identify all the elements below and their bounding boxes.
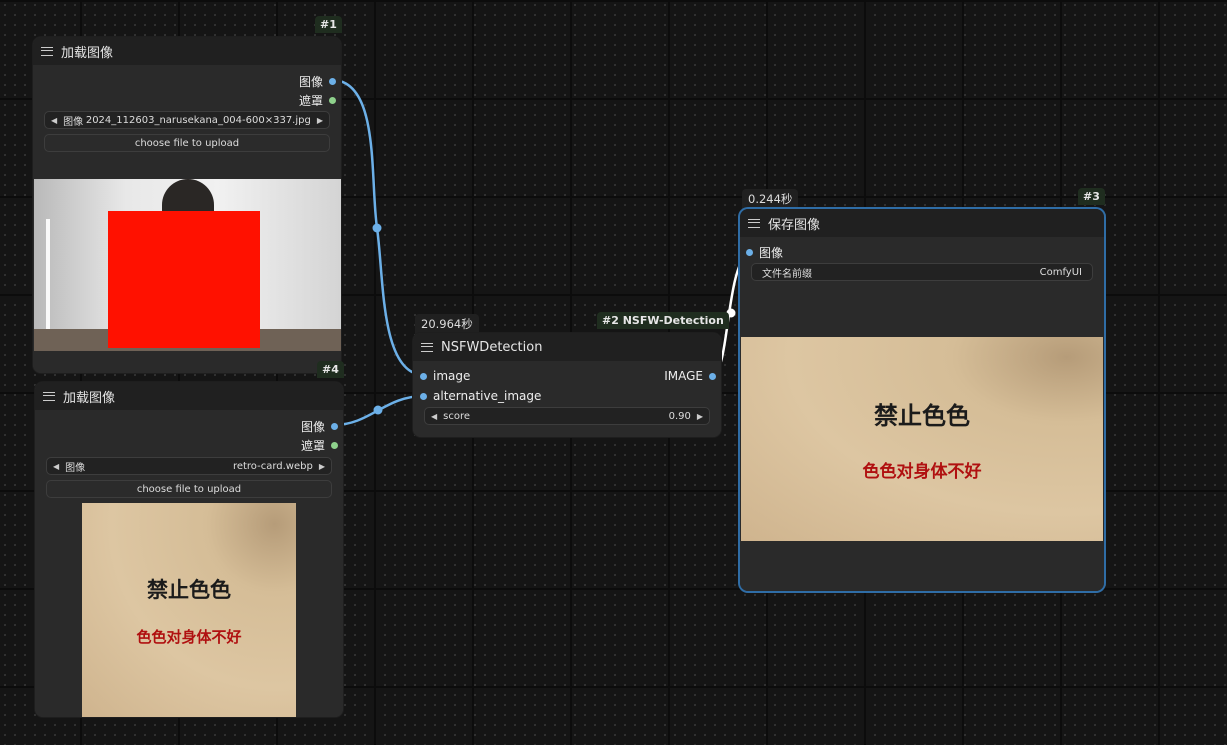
execution-time: 20.964秒 <box>415 314 479 334</box>
node-title-bar[interactable]: 加载图像 <box>33 37 341 65</box>
widget-label: 文件名前缀 <box>762 268 812 280</box>
node-title: NSFWDetection <box>441 339 543 355</box>
input-label-image: 图像 <box>759 246 784 260</box>
widget-label: 图像 <box>65 462 86 474</box>
image-combo-widget[interactable]: ◀ 图像 2024_112603_narusekana_004-600×337.… <box>44 111 330 129</box>
hamburger-menu-icon[interactable] <box>421 342 433 352</box>
output-label-mask: 遮罩 <box>300 439 325 453</box>
image-preview: 禁止色色 色色对身体不好 <box>82 503 296 717</box>
output-label-image: 图像 <box>300 420 325 434</box>
output-slot-image[interactable]: 图像 <box>299 73 336 90</box>
score-number-widget[interactable]: ◀ score 0.90 ▶ <box>424 407 710 425</box>
load-image-node-4[interactable]: 加载图像 图像 遮罩 ◀ 图像 retro-card.webp ▶ choose… <box>35 382 343 717</box>
output-slot-mask[interactable]: 遮罩 <box>299 92 336 109</box>
node-title-bar[interactable]: 加载图像 <box>35 382 343 410</box>
widget-label: score <box>443 410 471 422</box>
slot-dot-icon[interactable] <box>746 249 753 256</box>
link-midpoint-1[interactable] <box>372 223 382 233</box>
slot-dot-icon[interactable] <box>331 423 338 430</box>
slot-dot-icon[interactable] <box>329 97 336 104</box>
output-image-preview: 禁止色色 色色对身体不好 <box>741 337 1103 541</box>
input-slot-alternative-image[interactable]: alternative_image <box>420 389 541 403</box>
input-label-alternative-image: alternative_image <box>433 389 542 403</box>
node-title: 加载图像 <box>63 390 116 406</box>
output-slot-image[interactable]: 图像 <box>301 418 338 435</box>
widget-value: retro-card.webp <box>232 460 313 472</box>
input-slot-image[interactable]: 图像 <box>746 244 783 261</box>
arrow-left-icon[interactable]: ◀ <box>51 116 57 125</box>
censor-box <box>108 211 260 348</box>
widget-value[interactable]: 0.90 <box>669 411 691 422</box>
load-image-node-1[interactable]: 加载图像 图像 遮罩 ◀ 图像 2024_112603_narusekana_0… <box>33 37 341 373</box>
slot-dot-icon[interactable] <box>709 372 716 380</box>
node-title: 保存图像 <box>768 217 821 233</box>
slot-dot-icon[interactable] <box>329 78 336 85</box>
arrow-left-icon[interactable]: ◀ <box>431 412 437 421</box>
photo-head <box>162 179 214 215</box>
input-label-image: image <box>433 369 471 383</box>
node-id-tag: #4 <box>317 361 344 378</box>
nsfw-detection-node[interactable]: NSFWDetection image alternative_image IM… <box>413 333 721 437</box>
output-slot-image[interactable]: IMAGE <box>664 369 716 383</box>
image-preview <box>34 179 341 351</box>
photo-railing <box>46 219 114 329</box>
node-id-tag: #3 <box>1078 188 1105 205</box>
node-id-tag: #2 NSFW-Detection <box>597 312 729 329</box>
hamburger-menu-icon[interactable] <box>41 46 53 56</box>
hamburger-menu-icon[interactable] <box>43 391 55 401</box>
widget-value[interactable]: ComfyUI <box>1040 267 1082 278</box>
filename-prefix-widget[interactable]: 文件名前缀 ComfyUI <box>751 263 1093 281</box>
input-slot-image[interactable]: image <box>420 369 470 383</box>
image-combo-widget[interactable]: ◀ 图像 retro-card.webp ▶ <box>46 457 332 475</box>
slot-dot-icon[interactable] <box>331 442 338 449</box>
card-title-text: 禁止色色 <box>147 576 231 602</box>
card-subtitle-text: 色色对身体不好 <box>136 627 242 646</box>
node-title-bar[interactable]: 保存图像 <box>740 209 1104 237</box>
widget-label: 图像 <box>63 116 84 128</box>
arrow-right-icon[interactable]: ▶ <box>697 412 703 421</box>
slot-dot-icon[interactable] <box>420 392 427 400</box>
link-midpoint-4[interactable] <box>373 405 383 415</box>
arrow-right-icon[interactable]: ▶ <box>319 462 325 471</box>
upload-button[interactable]: choose file to upload <box>46 480 332 498</box>
node-title: 加载图像 <box>61 45 114 61</box>
slot-dot-icon[interactable] <box>420 372 427 380</box>
arrow-left-icon[interactable]: ◀ <box>53 462 59 471</box>
output-slot-mask[interactable]: 遮罩 <box>301 437 338 454</box>
upload-button[interactable]: choose file to upload <box>44 134 330 152</box>
output-label-mask: 遮罩 <box>298 94 323 108</box>
output-label-image: 图像 <box>298 75 323 89</box>
node-id-tag: #1 <box>315 16 342 33</box>
execution-time: 0.244秒 <box>742 189 799 209</box>
output-label-image: IMAGE <box>664 369 703 383</box>
node-title-bar[interactable]: NSFWDetection <box>413 333 721 361</box>
card-title-text: 禁止色色 <box>874 401 970 430</box>
arrow-right-icon[interactable]: ▶ <box>317 116 323 125</box>
card-subtitle-text: 色色对身体不好 <box>862 462 982 482</box>
hamburger-menu-icon[interactable] <box>748 218 760 228</box>
widget-value: 2024_112603_narusekana_004-600×337.jpg <box>85 114 311 126</box>
save-image-node[interactable]: 保存图像 图像 文件名前缀 ComfyUI 禁止色色 色色对身体不好 <box>740 209 1104 591</box>
